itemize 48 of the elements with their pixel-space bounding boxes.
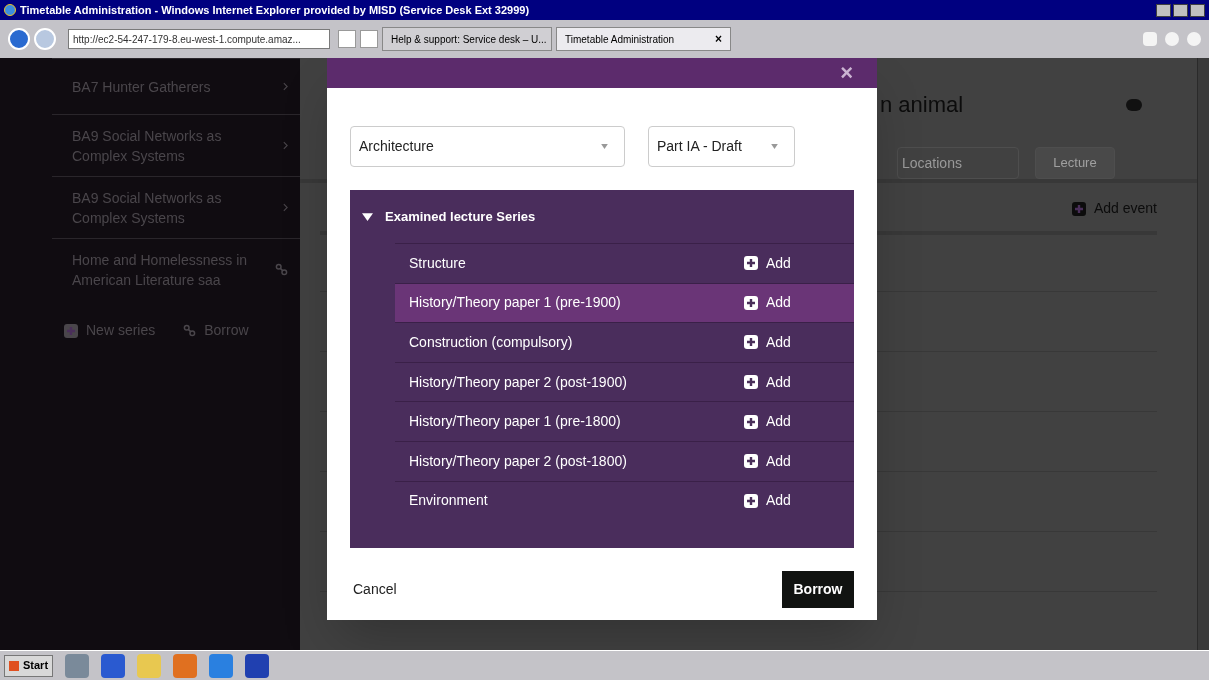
close-button[interactable]: × bbox=[840, 58, 853, 88]
caret-icon bbox=[771, 144, 778, 149]
add-button[interactable]: Add bbox=[744, 292, 791, 314]
cancel-button[interactable]: Cancel bbox=[350, 579, 400, 600]
department-select[interactable]: Architecture bbox=[350, 126, 625, 167]
locations-field[interactable]: Locations bbox=[897, 147, 1019, 179]
browser-tab[interactable]: Timetable Administration × bbox=[556, 27, 731, 51]
chevron-icon bbox=[283, 141, 288, 150]
plus-icon bbox=[744, 454, 758, 469]
series-row[interactable]: History/Theory paper 1 (pre-1900) Add bbox=[395, 282, 854, 323]
chevron-icon bbox=[283, 82, 288, 91]
plus-icon bbox=[1071, 201, 1086, 216]
link-icon bbox=[275, 263, 288, 276]
add-button[interactable]: Add bbox=[744, 252, 791, 274]
add-button[interactable]: Add bbox=[744, 450, 791, 472]
plus-icon bbox=[744, 414, 758, 429]
caret-icon bbox=[601, 144, 608, 149]
add-button[interactable]: Add bbox=[744, 332, 791, 353]
add-button[interactable]: Add bbox=[744, 490, 791, 512]
plus-icon bbox=[744, 256, 758, 271]
add-button[interactable]: Add bbox=[744, 411, 791, 433]
start-button[interactable]: Start bbox=[4, 654, 54, 677]
series-row[interactable]: History/Theory paper 1 (pre-1800) Add bbox=[395, 401, 854, 441]
plus-icon bbox=[744, 295, 758, 310]
address-field[interactable]: http://ec2-54-247-179-8.eu-west-1.compute.amaz... bbox=[68, 29, 330, 49]
series-row[interactable]: Structure Add bbox=[395, 243, 854, 283]
browser-tab[interactable]: Help & support: Service desk – U... bbox=[382, 27, 552, 51]
series-row[interactable]: History/Theory paper 2 (post-1800) Add bbox=[395, 440, 854, 481]
chevron-icon bbox=[283, 203, 288, 212]
borrow-button[interactable]: Borrow bbox=[782, 571, 854, 608]
scrollbar[interactable] bbox=[1197, 58, 1209, 650]
add-button[interactable]: Add bbox=[744, 371, 791, 393]
close-tab-icon[interactable]: × bbox=[715, 30, 722, 48]
plus-icon bbox=[744, 375, 758, 390]
plus-icon bbox=[64, 323, 78, 338]
link-icon bbox=[183, 324, 197, 337]
group-header[interactable]: Examined lecture Series bbox=[350, 190, 854, 243]
taskbar-app-icon[interactable] bbox=[245, 653, 270, 678]
series-row[interactable]: Construction (compulsory) Add bbox=[395, 322, 854, 362]
part-select[interactable]: Part IA - Draft bbox=[648, 126, 795, 167]
window-title: Timetable Administration - Windows Internet Explorer provided by MISD (Service Desk Ext 32999) bbox=[20, 2, 530, 18]
browser-icon bbox=[4, 4, 16, 16]
plus-icon bbox=[744, 335, 758, 350]
taskbar-app-icon[interactable] bbox=[101, 653, 126, 678]
taskbar-app-icon[interactable] bbox=[209, 653, 234, 678]
series-row[interactable]: History/Theory paper 2 (post-1900) Add bbox=[395, 361, 854, 402]
plus-icon bbox=[744, 493, 758, 508]
series-row[interactable]: Environment Add bbox=[395, 480, 854, 521]
